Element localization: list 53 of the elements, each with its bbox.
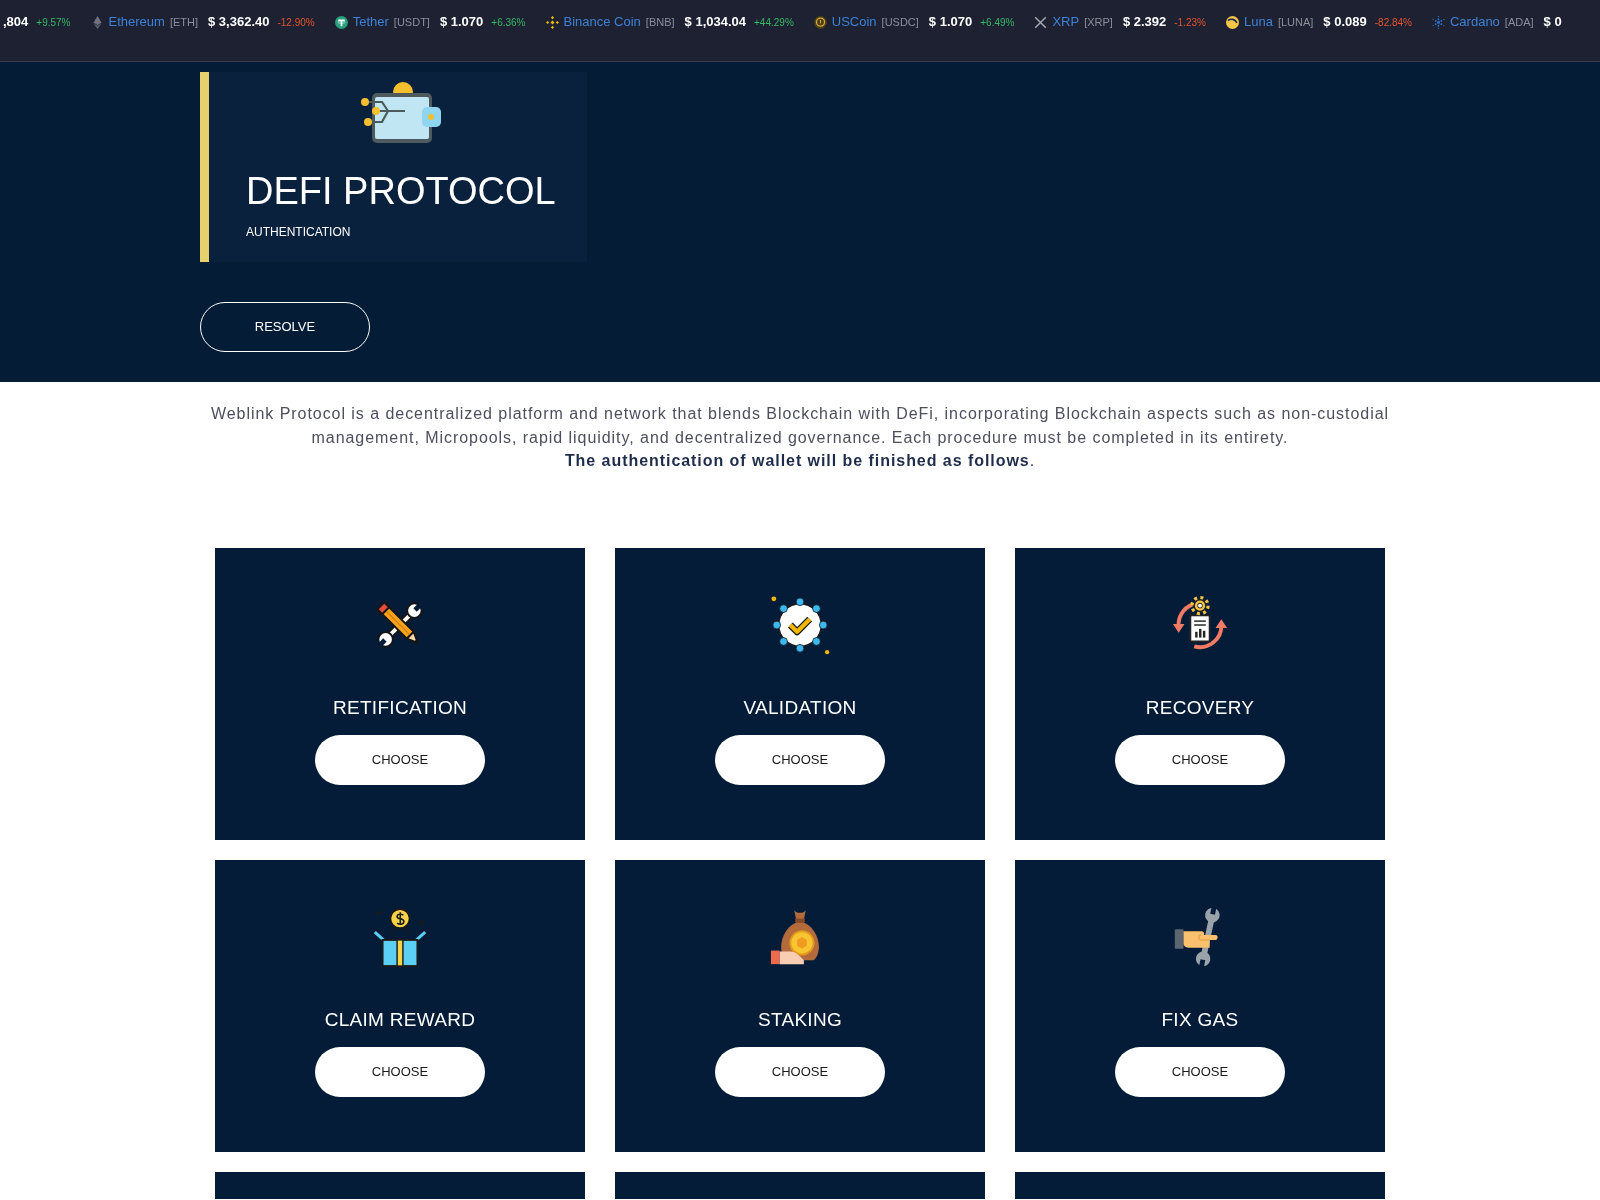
coin-price: $ 2.392 [1122, 13, 1167, 32]
site-subtitle: AUTHENTICATION [246, 224, 351, 240]
choose-button[interactable]: CHOOSE [1115, 734, 1285, 785]
cross-icon [1034, 15, 1048, 29]
coin-symbol: [USDT] [393, 14, 430, 30]
card-title: CLAIM REWARD [324, 1007, 476, 1031]
coin-ring-icon [813, 15, 827, 29]
card-title: FIX GAS [1161, 1007, 1239, 1031]
choose-button[interactable]: CHOOSE [315, 734, 485, 785]
coin-symbol: [ADA] [1504, 14, 1534, 30]
coin-name[interactable]: Tether [352, 12, 389, 32]
price-change: +6.49% [980, 15, 1015, 30]
coin-price: $ 0 [1543, 13, 1562, 32]
coin-symbol: [XRP] [1084, 14, 1113, 30]
coin-name[interactable]: Binance Coin [563, 12, 641, 32]
choose-button[interactable]: CHOOSE [715, 734, 885, 785]
card-title: RECOVERY [1145, 695, 1255, 719]
coin-price: $ 3,362.40 [208, 13, 270, 32]
coin-icon [334, 15, 348, 29]
card-title: RETIFICATION [332, 695, 468, 719]
wallet-icon [359, 80, 442, 144]
price-change: -1.23% [1174, 15, 1206, 30]
card-title: VALIDATION [743, 695, 857, 719]
site-title: DEFI PROTOCOL [246, 169, 556, 214]
intro-text: Weblink Protocol is a decentralized platform and network that blends Blockchain with DeFi, incorporating Blockchain aspects such as non-custodial management, Micropools, rapid liquidity, and decentralized governance. Each procedure must be completed in its entirety. [210, 404, 1390, 448]
coin-name[interactable]: USCoin [831, 12, 877, 32]
coin-symbol: [BNB] [645, 14, 675, 30]
coin-symbol: [USDC] [881, 14, 919, 30]
coin-name[interactable]: Luna [1243, 12, 1273, 32]
coin-price: $ 1.070 [928, 13, 973, 32]
choose-button[interactable]: CHOOSE [315, 1046, 485, 1097]
coin-symbol: [LUNA] [1277, 14, 1314, 30]
intro-emphasis: The authentication of wallet will be finished as follows. [563, 451, 1037, 471]
choose-button[interactable]: CHOOSE [715, 1046, 885, 1097]
coin-name[interactable]: Cardano [1450, 12, 1500, 32]
resolve-button[interactable]: RESOLVE [200, 302, 370, 352]
coin-symbol: [ETH] [169, 14, 198, 30]
price-change: +6.36% [491, 15, 526, 30]
coin-name[interactable]: Ethereum [108, 12, 165, 32]
price-change: -82.84% [1374, 15, 1412, 30]
dot-cluster-icon [1432, 15, 1445, 29]
coin-name[interactable]: XRP [1052, 12, 1080, 32]
coin-price: $ 1.070 [439, 13, 484, 32]
coin-price: $ 0.089 [1323, 13, 1367, 32]
price-change: -12.90% [277, 15, 315, 30]
coin-price: ,804 [3, 13, 29, 32]
card-title: STAKING [757, 1007, 843, 1031]
coin-price: $ 1,034.04 [684, 13, 746, 32]
choose-button[interactable]: CHOOSE [1115, 1046, 1285, 1097]
diamond-cluster-icon [545, 15, 559, 29]
price-change: +9.57% [36, 15, 71, 30]
crescent-coin-icon [1225, 15, 1239, 29]
price-change: +44.29% [754, 15, 794, 30]
